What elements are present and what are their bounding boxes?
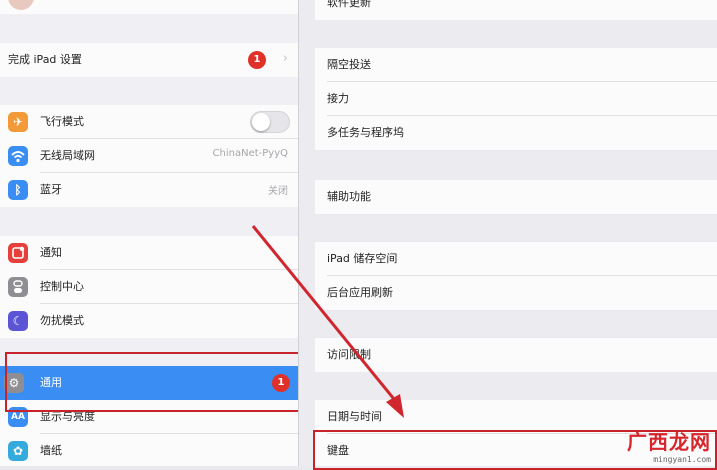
airplane-icon: ✈ bbox=[8, 112, 28, 132]
apple-id-row[interactable] bbox=[0, 0, 298, 14]
multitasking-row[interactable]: 多任务与程序坞 bbox=[315, 116, 717, 150]
sidebar-item-bluetooth[interactable]: ᛒ 蓝牙 关闭 bbox=[0, 173, 298, 207]
software-update-label: 软件更新 bbox=[327, 0, 371, 9]
sidebar-item-dnd[interactable]: ☾ 勿扰模式 bbox=[0, 304, 298, 338]
sidebar-item-control-center[interactable]: 控制中心 bbox=[0, 270, 298, 304]
accessibility-row[interactable]: 辅助功能 bbox=[315, 180, 717, 214]
background-refresh-row[interactable]: 后台应用刷新 bbox=[315, 276, 717, 310]
highlight-box-general bbox=[5, 352, 304, 412]
restrictions-row[interactable]: 访问限制 bbox=[315, 338, 717, 372]
watermark-brand: 广西龙网 bbox=[627, 430, 711, 454]
control-center-icon bbox=[8, 277, 28, 297]
bluetooth-icon: ᛒ bbox=[8, 180, 28, 200]
restrictions-label: 访问限制 bbox=[327, 348, 371, 361]
airdrop-label: 隔空投送 bbox=[327, 58, 371, 71]
wallpaper-icon: ✿ bbox=[8, 441, 28, 461]
sidebar-item-airplane[interactable]: ✈ 飞行模式 bbox=[0, 105, 298, 139]
airplane-toggle[interactable] bbox=[250, 111, 290, 133]
finish-setup-row[interactable]: 完成 iPad 设置 1 › bbox=[0, 43, 298, 77]
bluetooth-value: 关闭 bbox=[268, 186, 288, 197]
notifications-icon bbox=[8, 243, 28, 263]
chevron-right-icon: › bbox=[282, 51, 288, 66]
sidebar-item-notifications[interactable]: 通知 bbox=[0, 236, 298, 270]
finish-setup-label: 完成 iPad 设置 bbox=[8, 53, 82, 66]
general-settings-pane: 软件更新 隔空投送 接力 多任务与程序坞 辅助功能 iPad 储存空间 后台应用… bbox=[299, 0, 717, 466]
airdrop-row[interactable]: 隔空投送 bbox=[315, 48, 717, 82]
dnd-label: 勿扰模式 bbox=[40, 314, 84, 327]
wifi-icon bbox=[8, 146, 28, 166]
watermark: 广西龙网 mingyan1.com bbox=[627, 426, 711, 464]
notifications-label: 通知 bbox=[40, 246, 62, 259]
accessibility-label: 辅助功能 bbox=[327, 190, 371, 203]
multitasking-label: 多任务与程序坞 bbox=[327, 126, 404, 139]
airplane-label: 飞行模式 bbox=[40, 115, 84, 128]
handoff-row[interactable]: 接力 bbox=[315, 82, 717, 116]
storage-label: iPad 储存空间 bbox=[327, 252, 398, 265]
bluetooth-label: 蓝牙 bbox=[40, 183, 62, 196]
watermark-url: mingyan1.com bbox=[653, 455, 711, 464]
control-center-label: 控制中心 bbox=[40, 280, 84, 293]
sidebar-item-wallpaper[interactable]: ✿ 墙纸 bbox=[0, 434, 298, 466]
background-refresh-label: 后台应用刷新 bbox=[327, 286, 393, 299]
date-time-label: 日期与时间 bbox=[327, 410, 382, 423]
handoff-label: 接力 bbox=[327, 92, 349, 105]
avatar bbox=[8, 0, 34, 10]
finish-setup-badge: 1 bbox=[248, 51, 266, 69]
storage-row[interactable]: iPad 储存空间 bbox=[315, 242, 717, 276]
moon-icon: ☾ bbox=[8, 311, 28, 331]
wallpaper-label: 墙纸 bbox=[40, 444, 62, 457]
wifi-network-value: ChinaNet-PyyQ bbox=[212, 148, 288, 159]
wifi-label: 无线局域网 bbox=[40, 149, 95, 162]
toggle-knob bbox=[252, 113, 270, 131]
software-update-row[interactable]: 软件更新 bbox=[315, 0, 717, 20]
sidebar-item-wifi[interactable]: 无线局域网 ChinaNet-PyyQ bbox=[0, 139, 298, 173]
